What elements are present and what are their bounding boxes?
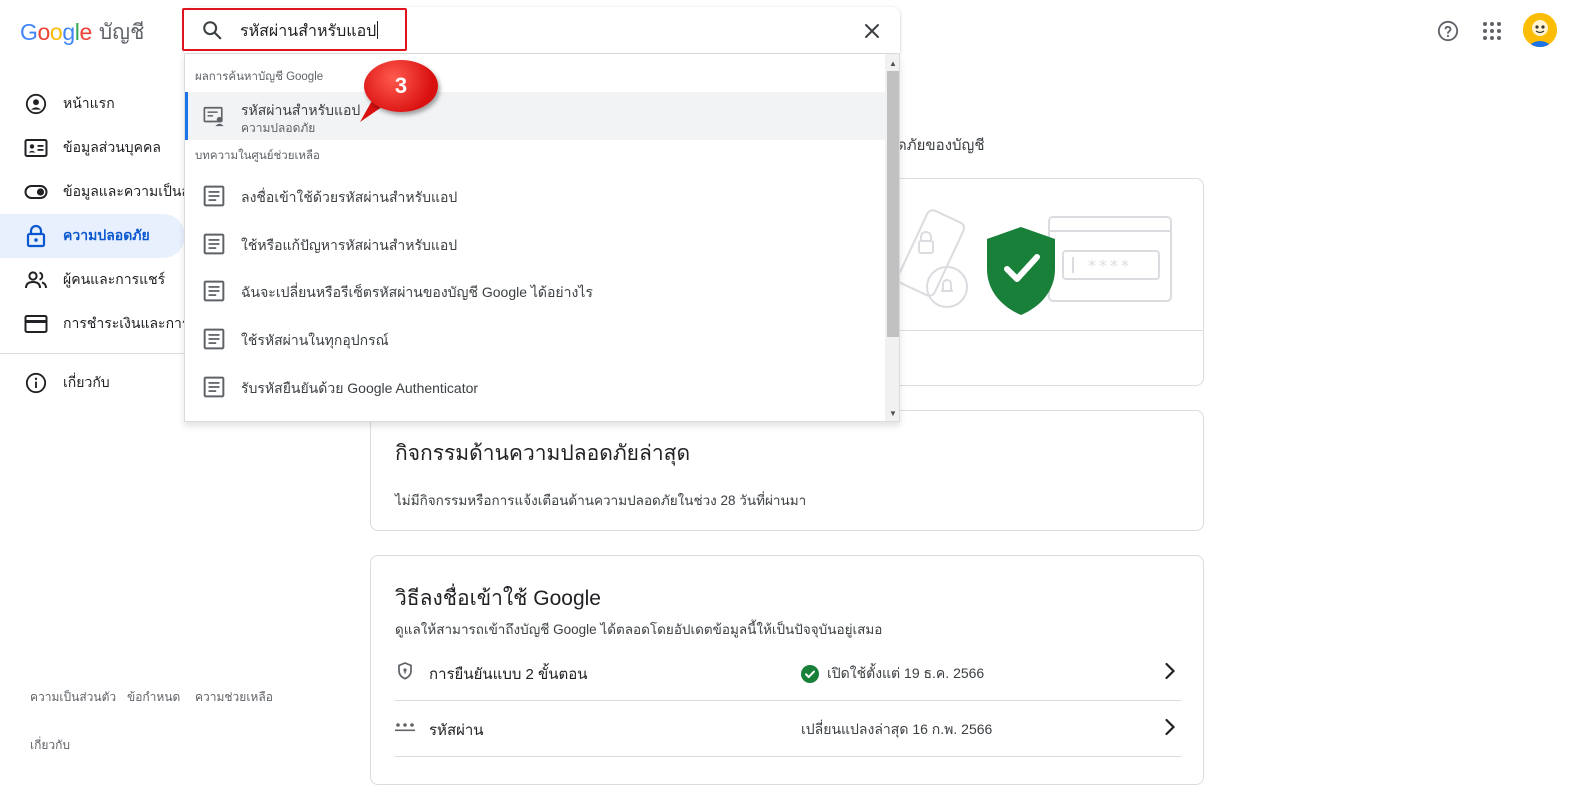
row-status: เปลี่ยนแปลงล่าสุด 16 ก.พ. 2566 [801, 719, 992, 741]
help-article-item[interactable]: ฉันจะเปลี่ยนหรือรีเซ็ตรหัสผ่านของบัญชี G… [185, 267, 885, 315]
sidebar-item-label: ข้อมูลส่วนบุคคล [63, 139, 161, 155]
help-article-title: ฉันจะเปลี่ยนหรือรีเซ็ตรหัสผ่านของบัญชี G… [241, 284, 593, 300]
help-article-title: ลงชื่อเข้าใช้ด้วยรหัสผ่านสำหรับแอป [241, 189, 458, 205]
article-icon [203, 280, 225, 302]
step-callout: 3 [364, 60, 438, 112]
sidebar-item-data-privacy[interactable]: ข้อมูลและความเป็นส่วนตัว [0, 170, 185, 214]
sidebar-divider [0, 353, 185, 354]
avatar-image [1523, 13, 1557, 47]
google-account-logo[interactable]: Google บัญชี [20, 18, 144, 46]
footer-privacy-link[interactable]: ความเป็นส่วนตัว [30, 688, 116, 707]
page-intro-text: อดภัยของบัญชี [888, 137, 985, 154]
close-icon [865, 24, 879, 38]
chevron-right-icon [1157, 714, 1183, 740]
row-status: เปิดใช้ตั้งแต่ 19 ธ.ค. 2566 [801, 663, 984, 685]
help-article-item[interactable]: ใช้หรือแก้ปัญหารหัสผ่านสำหรับแอป [185, 220, 885, 268]
two-step-verification-row[interactable]: การยืนยันแบบ 2 ขั้นตอน เปิดใช้ตั้งแต่ 19… [395, 644, 1181, 701]
text-caret [377, 21, 379, 39]
sidebar-item-label: เกี่ยวกับ [63, 374, 110, 390]
help-articles-heading: บทความในศูนย์ช่วยเหลือ [195, 150, 320, 162]
check-circle-icon [801, 665, 819, 683]
recent-security-activity-card[interactable]: กิจกรรมด้านความปลอดภัยล่าสุด ไม่มีกิจกรร… [370, 410, 1204, 531]
row-status-text: เปลี่ยนแปลงล่าสุด 16 ก.พ. 2566 [801, 721, 993, 737]
scroll-up-arrow-icon[interactable]: ▲ [885, 56, 899, 70]
help-article-item[interactable]: ใช้รหัสผ่านในทุกอุปกรณ์ [185, 315, 885, 363]
sidebar-item-payments[interactable]: การชำระเงินและการสมัครใช้บริการ [0, 302, 185, 346]
sidebar-item-about[interactable]: เกี่ยวกับ [0, 361, 185, 405]
help-article-title: ใช้หรือแก้ปัญหารหัสผ่านสำหรับแอป [241, 237, 458, 253]
credit-card-icon [24, 312, 48, 336]
suggestion-app-passwords[interactable]: รหัสผ่านสำหรับแอป ความปลอดภัย [185, 92, 885, 140]
info-icon [24, 371, 48, 395]
sidebar-item-security[interactable]: ความปลอดภัย [0, 214, 185, 258]
sidebar-item-home[interactable]: หน้าแรก [0, 82, 185, 126]
search-input-value: รหัสผ่านสำหรับแอป [240, 23, 377, 40]
dropdown-scrollbar[interactable]: ▲ ▼ [885, 54, 899, 421]
lock-icon [24, 224, 48, 248]
toggle-icon [24, 180, 48, 204]
search-icon[interactable] [201, 19, 223, 41]
footer-about-link[interactable]: เกี่ยวกับ [30, 736, 70, 755]
clear-search-button[interactable] [858, 17, 886, 45]
chevron-right-icon [1157, 658, 1183, 684]
shield-outline-icon [395, 661, 415, 681]
sidebar-item-label: ผู้คนและการแชร์ [63, 271, 166, 287]
card-title: วิธีลงชื่อเข้าใช้ Google [395, 587, 601, 610]
article-icon [203, 185, 225, 207]
sidebar-item-personal-info[interactable]: ข้อมูลส่วนบุคคล [0, 126, 185, 170]
row-status-text: เปิดใช้ตั้งแต่ 19 ธ.ค. 2566 [827, 665, 985, 681]
password-dots-icon [395, 717, 415, 737]
card-subtitle: ดูแลให้สามารถเข้าถึงบัญชี Google ได้ตลอด… [395, 622, 883, 637]
sidebar-item-label: ความปลอดภัย [63, 227, 150, 243]
signin-methods-card: วิธีลงชื่อเข้าใช้ Google ดูแลให้สามารถเข… [370, 555, 1204, 785]
account-results-heading: ผลการค้นหาบัญชี Google [195, 71, 324, 83]
footer-help-link[interactable]: ความช่วยเหลือ [195, 688, 273, 707]
scroll-down-arrow-icon[interactable]: ▼ [885, 406, 899, 420]
help-article-title: รับรหัสยืนยันด้วย Google Authenticator [241, 380, 479, 396]
scrollbar-thumb[interactable] [887, 71, 899, 337]
card-title: กิจกรรมด้านความปลอดภัยล่าสุด [395, 442, 691, 465]
avatar[interactable] [1523, 13, 1557, 47]
sidebar-item-label: หน้าแรก [63, 95, 115, 111]
logo-suffix: บัญชี [98, 20, 145, 44]
sidebar-item-people-sharing[interactable]: ผู้คนและการแชร์ [0, 258, 185, 302]
help-article-title: ใช้รหัสผ่านในทุกอุปกรณ์ [241, 332, 389, 348]
svg-text:****: **** [1088, 256, 1132, 275]
suggestion-subtitle: ความปลอดภัย [241, 121, 316, 135]
step-number: 3 [394, 73, 408, 98]
id-card-icon [24, 136, 48, 160]
article-icon [203, 233, 225, 255]
search-suggestions-dropdown: ผลการค้นหาบัญชี Google รหัสผ่านสำหรับแอป… [184, 54, 900, 422]
apps-button[interactable] [1477, 16, 1507, 46]
account-circle-icon [24, 92, 48, 116]
password-row[interactable]: รหัสผ่าน เปลี่ยนแปลงล่าสุด 16 ก.พ. 2566 [395, 700, 1181, 757]
help-article-item[interactable]: รับรหัสยืนยันด้วย Google Authenticator [185, 363, 885, 411]
settings-page-icon [203, 106, 224, 127]
article-icon [203, 376, 225, 398]
article-icon [203, 328, 225, 350]
footer-terms-link[interactable]: ข้อกำหนด [127, 688, 180, 707]
help-button[interactable] [1433, 16, 1463, 46]
row-label: การยืนยันแบบ 2 ขั้นตอน [429, 666, 588, 683]
help-article-item[interactable]: ลงชื่อเข้าใช้ด้วยรหัสผ่านสำหรับแอป [185, 172, 885, 220]
security-illustration: **** [896, 209, 1172, 315]
sidebar-item-label: การชำระเงินและการสมัครใช้บริการ [63, 315, 185, 331]
row-label: รหัสผ่าน [429, 722, 484, 739]
sidebar-item-label: ข้อมูลและความเป็นส่วนตัว [63, 183, 185, 199]
google-logo: Google [20, 18, 92, 45]
help-icon [1437, 20, 1459, 42]
search-input[interactable]: รหัสผ่านสำหรับแอป [240, 19, 379, 44]
card-subtitle: ไม่มีกิจกรรมหรือการแจ้งเตือนด้านความปลอด… [395, 493, 807, 508]
apps-grid-icon [1483, 22, 1501, 40]
people-icon [24, 268, 48, 292]
